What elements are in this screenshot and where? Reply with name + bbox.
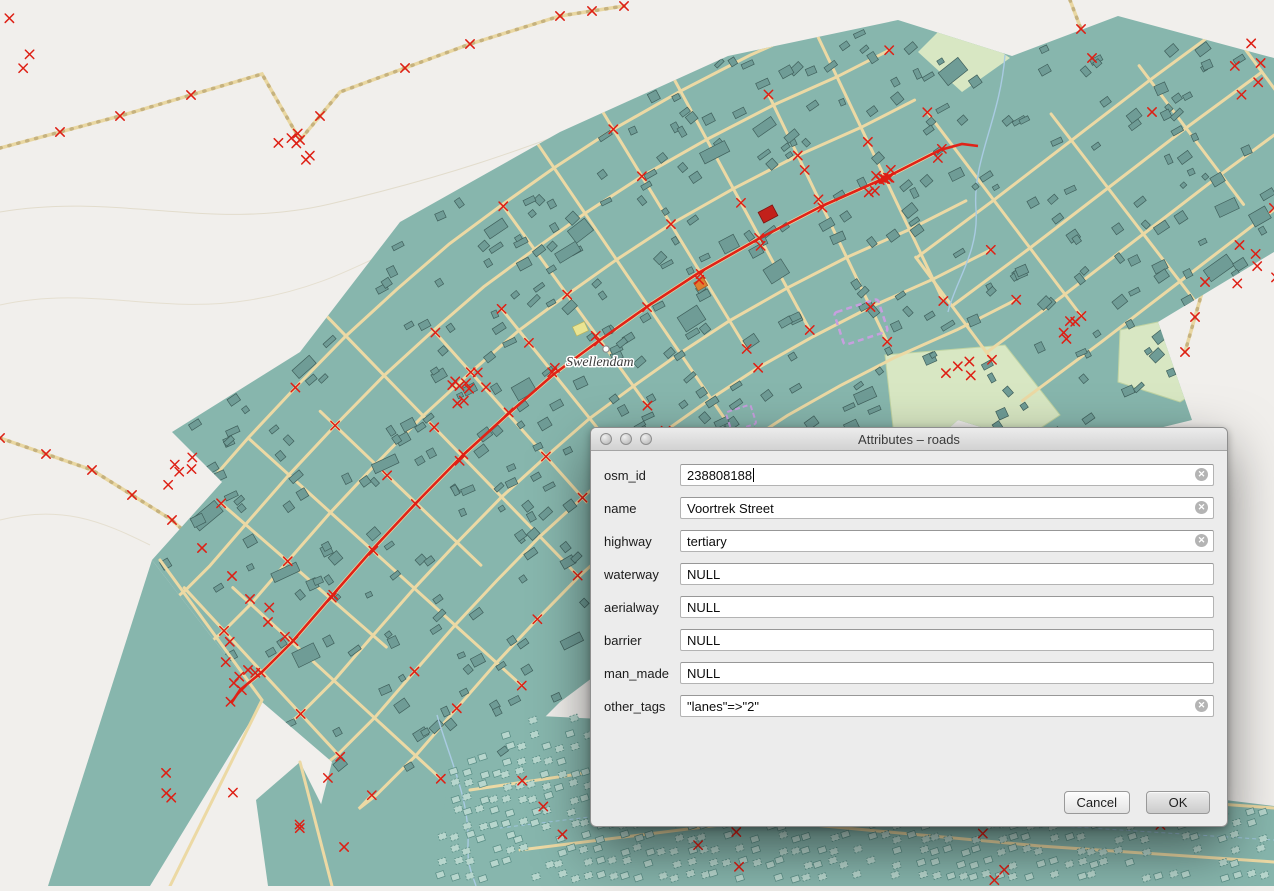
vertex-node[interactable] bbox=[603, 346, 609, 352]
clear-field-icon[interactable]: ✕ bbox=[1195, 699, 1208, 712]
field-label-other_tags: other_tags bbox=[604, 699, 680, 714]
attribute-row-waterway: waterway NULL bbox=[604, 563, 1214, 585]
field-label-aerialway: aerialway bbox=[604, 600, 680, 615]
barrier-input[interactable]: NULL bbox=[680, 629, 1214, 651]
osm_id-input[interactable]: 238808188 ✕ bbox=[680, 464, 1214, 486]
attribute-row-highway: highway tertiary ✕ bbox=[604, 530, 1214, 552]
other_tags-input[interactable]: "lanes"=>"2" ✕ bbox=[680, 695, 1214, 717]
ok-button[interactable]: OK bbox=[1146, 791, 1210, 814]
close-icon[interactable] bbox=[600, 433, 612, 445]
clear-field-icon[interactable]: ✕ bbox=[1195, 468, 1208, 481]
clear-field-icon[interactable]: ✕ bbox=[1195, 534, 1208, 547]
field-label-waterway: waterway bbox=[604, 567, 680, 582]
place-label: Swellendam bbox=[566, 355, 634, 370]
aerialway-value: NULL bbox=[687, 600, 720, 615]
waterway-input[interactable]: NULL bbox=[680, 563, 1214, 585]
field-label-osm_id: osm_id bbox=[604, 468, 680, 483]
name-input[interactable]: Voortrek Street ✕ bbox=[680, 497, 1214, 519]
attribute-row-man_made: man_made NULL bbox=[604, 662, 1214, 684]
aerialway-input[interactable]: NULL bbox=[680, 596, 1214, 618]
field-label-highway: highway bbox=[604, 534, 680, 549]
field-label-man_made: man_made bbox=[604, 666, 680, 681]
field-label-barrier: barrier bbox=[604, 633, 680, 648]
barrier-value: NULL bbox=[687, 633, 720, 648]
dialog-buttons: Cancel OK bbox=[1064, 791, 1210, 814]
man_made-input[interactable]: NULL bbox=[680, 662, 1214, 684]
highway-input[interactable]: tertiary ✕ bbox=[680, 530, 1214, 552]
attribute-row-other_tags: other_tags "lanes"=>"2" ✕ bbox=[604, 695, 1214, 717]
highway-value: tertiary bbox=[687, 534, 727, 549]
minimize-icon[interactable] bbox=[620, 433, 632, 445]
man_made-value: NULL bbox=[687, 666, 720, 681]
attribute-row-barrier: barrier NULL bbox=[604, 629, 1214, 651]
name-value: Voortrek Street bbox=[687, 501, 774, 516]
dialog-body: osm_id 238808188 ✕ name Voortrek Street … bbox=[591, 451, 1227, 826]
attribute-row-aerialway: aerialway NULL bbox=[604, 596, 1214, 618]
attribute-row-osm_id: osm_id 238808188 ✕ bbox=[604, 464, 1214, 486]
dialog-titlebar[interactable]: Attributes – roads bbox=[591, 428, 1227, 451]
dialog-title: Attributes – roads bbox=[858, 432, 960, 447]
waterway-value: NULL bbox=[687, 567, 720, 582]
attribute-row-name: name Voortrek Street ✕ bbox=[604, 497, 1214, 519]
window-controls bbox=[600, 433, 652, 445]
field-label-name: name bbox=[604, 501, 680, 516]
zoom-icon[interactable] bbox=[640, 433, 652, 445]
cancel-button[interactable]: Cancel bbox=[1064, 791, 1130, 814]
text-cursor bbox=[753, 468, 754, 482]
osm_id-value: 238808188 bbox=[687, 468, 752, 483]
attributes-dialog: Attributes – roads osm_id 238808188 ✕ na… bbox=[590, 427, 1228, 827]
other_tags-value: "lanes"=>"2" bbox=[687, 699, 759, 714]
clear-field-icon[interactable]: ✕ bbox=[1195, 501, 1208, 514]
